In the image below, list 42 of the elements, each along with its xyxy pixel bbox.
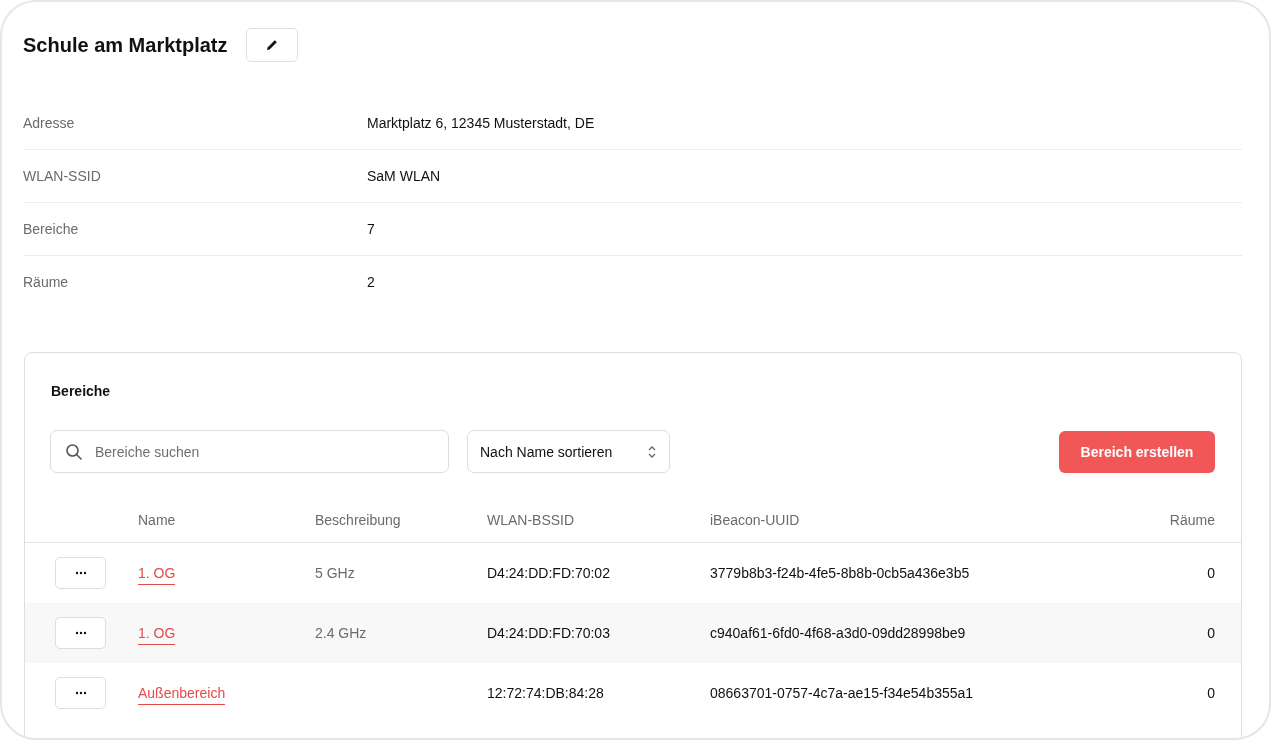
- area-link[interactable]: Außenbereich: [138, 685, 226, 705]
- column-header: Räume: [1128, 498, 1241, 543]
- area-link[interactable]: 1. OG: [138, 565, 176, 585]
- more-button[interactable]: [55, 557, 106, 589]
- table-cell: 08663701-0757-4c7a-ae15-f34e54b355a1: [710, 685, 974, 701]
- dots-icon: [74, 691, 87, 695]
- more-button[interactable]: [55, 617, 106, 649]
- detail-value: 2: [367, 274, 375, 290]
- column-header: WLAN-BSSID: [487, 498, 710, 543]
- detail-value: Marktplatz 6, 12345 Musterstadt, DE: [367, 115, 595, 131]
- search-icon: [65, 443, 83, 461]
- search-field[interactable]: Bereiche suchen: [50, 430, 449, 473]
- sort-value: Nach Name sortieren: [480, 443, 613, 460]
- detail-label: Adresse: [23, 115, 76, 131]
- dots-icon: [74, 631, 87, 635]
- edit-button[interactable]: [245, 28, 298, 62]
- table-cell: c940af61-6fd0-4f68-a3d0-09dd28998be9: [710, 625, 966, 641]
- detail-value: 7: [367, 221, 375, 237]
- column-header: iBeacon-UUID: [710, 498, 1128, 543]
- more-button[interactable]: [55, 677, 106, 709]
- chevron-updown-icon: [647, 444, 657, 459]
- column-header: Beschreibung: [315, 498, 487, 543]
- detail-label: WLAN-SSID: [23, 168, 102, 184]
- area-link[interactable]: 1. OG: [138, 625, 176, 645]
- table-cell: 5 GHz: [315, 565, 355, 581]
- detail-label: Bereiche: [23, 221, 80, 237]
- table-cell: 2.4 GHz: [315, 625, 367, 641]
- table-cell: 0: [1207, 685, 1215, 701]
- table-cell: 0: [1207, 565, 1215, 581]
- column-header: Name: [138, 498, 315, 543]
- section-title: Bereiche: [50, 382, 112, 399]
- sort-select[interactable]: Nach Name sortieren: [467, 430, 670, 473]
- page-title: Schule am Marktplatz: [23, 33, 228, 57]
- detail-value: SaM WLAN: [367, 168, 441, 184]
- table-cell: 12:72:74:DB:84:28: [487, 685, 604, 701]
- create-button[interactable]: Bereich erstellen: [1059, 430, 1215, 473]
- table-cell: 3779b8b3-f24b-4fe5-8b8b-0cb5a436e3b5: [710, 565, 970, 581]
- detail-label: Räume: [23, 274, 70, 290]
- table-cell: 0: [1207, 625, 1215, 641]
- table-cell: D4:24:DD:FD:70:02: [487, 565, 610, 581]
- dots-icon: [74, 571, 87, 575]
- table-cell: D4:24:DD:FD:70:03: [487, 625, 610, 641]
